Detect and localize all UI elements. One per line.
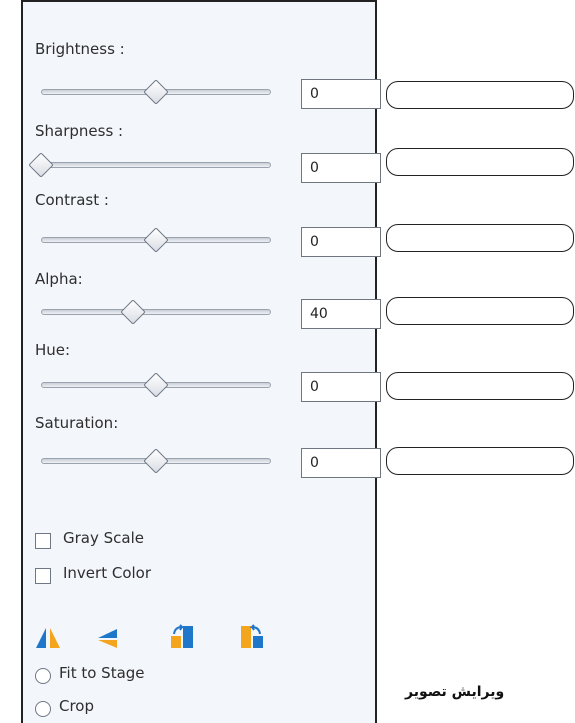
alpha-label: Alpha: bbox=[35, 270, 83, 288]
contrast-value-input[interactable]: 0 bbox=[301, 227, 381, 257]
sharpness-slider-track[interactable] bbox=[41, 162, 271, 168]
fit-to-stage-label: Fit to Stage bbox=[59, 664, 145, 682]
sharpness-value-input[interactable]: 0 bbox=[301, 153, 381, 183]
sharpness-slider-thumb[interactable] bbox=[28, 152, 54, 178]
saturation-callout bbox=[386, 447, 574, 475]
invert-color-label: Invert Color bbox=[63, 564, 152, 582]
crop-radio[interactable] bbox=[35, 701, 51, 717]
flip-vertical-icon[interactable] bbox=[95, 626, 119, 650]
alpha-callout bbox=[386, 297, 574, 325]
brightness-label: Brightness : bbox=[35, 40, 125, 58]
gray-scale-checkbox[interactable] bbox=[35, 533, 51, 549]
alpha-value-input[interactable]: 40 bbox=[301, 299, 381, 329]
alpha-slider-track[interactable] bbox=[41, 309, 271, 315]
saturation-value-input[interactable]: 0 bbox=[301, 448, 381, 478]
fit-to-stage-radio[interactable] bbox=[35, 668, 51, 684]
brightness-value-input[interactable]: 0 bbox=[301, 79, 381, 109]
sharpness-callout bbox=[386, 148, 574, 176]
contrast-slider-thumb[interactable] bbox=[143, 227, 169, 253]
image-edit-caption: ویرایش تصویر bbox=[405, 684, 505, 700]
contrast-label: Contrast : bbox=[35, 191, 109, 209]
rotate-right-icon[interactable] bbox=[239, 624, 265, 650]
flip-horizontal-icon[interactable] bbox=[35, 626, 61, 650]
saturation-label: Saturation: bbox=[35, 414, 119, 432]
rotate-left-icon[interactable] bbox=[169, 624, 195, 650]
gray-scale-label: Gray Scale bbox=[63, 529, 144, 547]
hue-value-input[interactable]: 0 bbox=[301, 372, 381, 402]
hue-slider-thumb[interactable] bbox=[143, 372, 169, 398]
image-adjust-panel: Brightness : 0 Sharpness : 0 Contrast : … bbox=[21, 0, 381, 723]
alpha-slider-thumb[interactable] bbox=[120, 299, 146, 325]
brightness-callout bbox=[386, 81, 574, 109]
crop-label: Crop bbox=[59, 697, 95, 715]
invert-color-checkbox[interactable] bbox=[35, 568, 51, 584]
hue-callout bbox=[386, 372, 574, 400]
hue-label: Hue: bbox=[35, 341, 71, 359]
sharpness-label: Sharpness : bbox=[35, 122, 124, 140]
saturation-slider-thumb[interactable] bbox=[143, 448, 169, 474]
contrast-callout bbox=[386, 224, 574, 252]
brightness-slider-thumb[interactable] bbox=[143, 79, 169, 105]
